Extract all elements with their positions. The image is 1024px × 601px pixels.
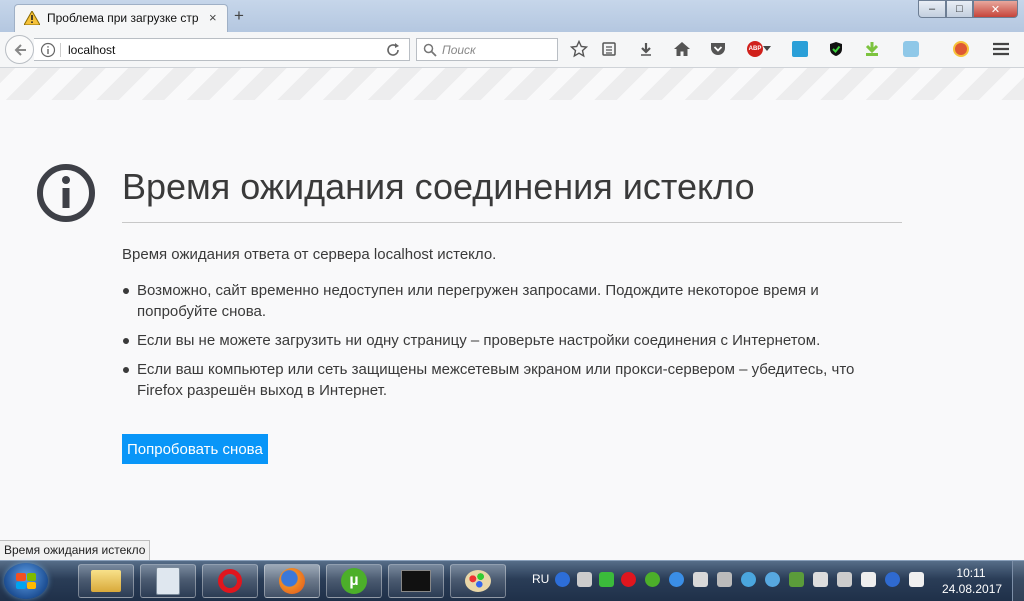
- app-tray-icon[interactable]: [693, 572, 708, 587]
- bookmark-star-icon[interactable]: [568, 39, 590, 59]
- browser-tab[interactable]: Проблема при загрузке стр ×: [14, 4, 228, 32]
- shield-icon[interactable]: [825, 39, 847, 59]
- taskbar-app-paint[interactable]: [450, 564, 506, 598]
- update-tray-icon[interactable]: [789, 572, 804, 587]
- windows-logo-icon: [16, 573, 36, 589]
- tab-close-icon[interactable]: ×: [209, 10, 217, 25]
- menu-icon[interactable]: [990, 39, 1012, 59]
- terminal-icon: [401, 570, 431, 592]
- status-tooltip: Время ожидания истекло: [0, 540, 151, 561]
- opera-icon: [218, 569, 242, 593]
- utorrent-icon: µ: [341, 568, 367, 594]
- search-bar[interactable]: Поиск: [416, 38, 558, 61]
- system-clock[interactable]: 10:11 24.08.2017: [942, 565, 1003, 597]
- language-indicator[interactable]: RU: [532, 572, 549, 586]
- window-controls: – □ ✕: [918, 0, 1018, 18]
- back-arrow-icon: [14, 43, 26, 56]
- new-tab-button[interactable]: +: [234, 6, 244, 26]
- volume-tray-icon[interactable]: [717, 572, 732, 587]
- site-info-icon[interactable]: [40, 42, 56, 58]
- abp-badge: ABP: [747, 41, 763, 57]
- adblock-plus-icon[interactable]: ABP: [744, 39, 774, 59]
- error-title: Время ожидания соединения истекло: [122, 166, 755, 207]
- duckduckgo-icon[interactable]: [950, 39, 972, 59]
- calculator-icon: [156, 567, 180, 595]
- suggestion-item: Если вы не можете загрузить ни одну стра…: [122, 330, 882, 351]
- reading-list-icon[interactable]: [598, 39, 620, 59]
- extension-icon[interactable]: [789, 39, 811, 59]
- home-icon[interactable]: [671, 39, 693, 59]
- taskbar-app-calculator[interactable]: [140, 564, 196, 598]
- flag-tray-icon[interactable]: [599, 572, 614, 587]
- suggestion-item: Если ваш компьютер или сеть защищены меж…: [122, 359, 882, 401]
- info-icon: [37, 164, 95, 222]
- taskbar-app-firefox[interactable]: [264, 564, 320, 598]
- utorrent-tray-icon[interactable]: [645, 572, 660, 587]
- show-desktop-button[interactable]: [1012, 561, 1024, 601]
- search-icon: [423, 43, 437, 57]
- device-tray-icon[interactable]: [813, 572, 828, 587]
- chevron-down-icon: [763, 46, 771, 51]
- help-tray-icon[interactable]: [555, 572, 570, 587]
- taskbar-app-utorrent[interactable]: µ: [326, 564, 382, 598]
- taskbar-app-opera[interactable]: [202, 564, 258, 598]
- skype-icon[interactable]: [900, 39, 922, 59]
- paint-palette-icon: [465, 570, 491, 592]
- url-separator: [60, 43, 61, 57]
- warning-icon: [24, 11, 40, 25]
- url-text[interactable]: localhost: [68, 43, 115, 57]
- clock-time: 10:11: [956, 566, 986, 580]
- taskbar-app-file-explorer[interactable]: [78, 564, 134, 598]
- opera-tray-icon[interactable]: [621, 572, 636, 587]
- taskbar-app-command-prompt[interactable]: [388, 564, 444, 598]
- download-icon[interactable]: [635, 39, 657, 59]
- start-button[interactable]: [4, 563, 48, 599]
- url-bar[interactable]: localhost: [34, 38, 410, 61]
- speaker-tray-icon[interactable]: [837, 572, 852, 587]
- ie-tray-icon[interactable]: [741, 572, 756, 587]
- title-bar: Проблема при загрузке стр × + – □ ✕: [0, 0, 1024, 32]
- suggestions-list: Возможно, сайт временно недоступен или п…: [122, 280, 882, 409]
- sound-tray-icon[interactable]: [577, 572, 592, 587]
- search-placeholder: Поиск: [442, 43, 476, 57]
- back-button[interactable]: [5, 35, 34, 64]
- striped-header-band: [0, 68, 1024, 100]
- action-center-flag-icon[interactable]: [909, 572, 924, 587]
- error-description: Время ожидания ответа от сервера localho…: [122, 246, 497, 263]
- tab-title: Проблема при загрузке стр: [47, 11, 199, 25]
- clock-date: 24.08.2017: [942, 582, 1003, 596]
- close-window-button[interactable]: ✕: [973, 0, 1018, 18]
- skype-tray-icon[interactable]: [765, 572, 780, 587]
- pocket-icon[interactable]: [707, 39, 729, 59]
- taskbar: µ RU 10:11 24.08.2017: [0, 560, 1024, 601]
- bluetooth-tray-icon[interactable]: [885, 572, 900, 587]
- suggestion-item: Возможно, сайт временно недоступен или п…: [122, 280, 882, 322]
- monitor-tray-icon[interactable]: [861, 572, 876, 587]
- reload-icon[interactable]: [385, 42, 401, 58]
- download-helper-icon[interactable]: [861, 39, 883, 59]
- title-divider: [122, 222, 902, 223]
- minimize-button[interactable]: –: [918, 0, 946, 18]
- folder-icon: [91, 570, 121, 592]
- network-tray-icon[interactable]: [669, 572, 684, 587]
- navigation-bar: localhost Поиск ABP: [0, 32, 1024, 68]
- try-again-button[interactable]: Попробовать снова: [122, 434, 268, 464]
- firefox-icon: [279, 568, 305, 594]
- maximize-button[interactable]: □: [946, 0, 973, 18]
